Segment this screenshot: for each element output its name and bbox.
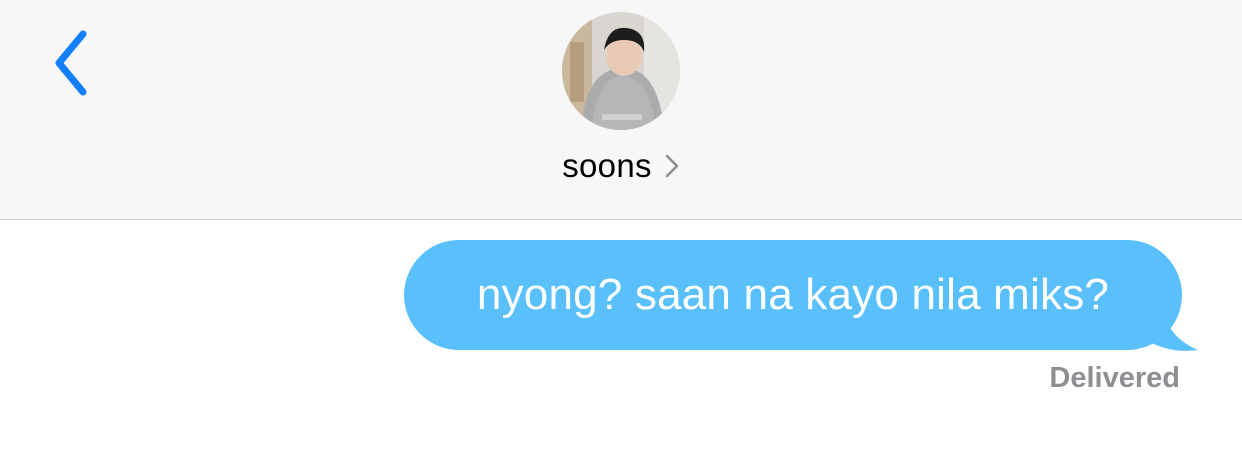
chevron-left-icon xyxy=(55,30,87,96)
contact-name: soons xyxy=(562,147,652,184)
chevron-right-icon xyxy=(665,154,679,178)
avatar[interactable] xyxy=(562,12,680,130)
contact-name-button[interactable]: soons xyxy=(500,142,742,190)
message-text: nyong? saan na kayo nila miks? xyxy=(476,270,1110,319)
conversation-header: soons xyxy=(0,0,1242,220)
message-bubble[interactable]: nyong? saan na kayo nila miks? xyxy=(404,240,1182,350)
delivery-status: Delivered xyxy=(1049,362,1180,394)
back-button[interactable] xyxy=(36,18,106,108)
contact-photo xyxy=(562,12,680,130)
